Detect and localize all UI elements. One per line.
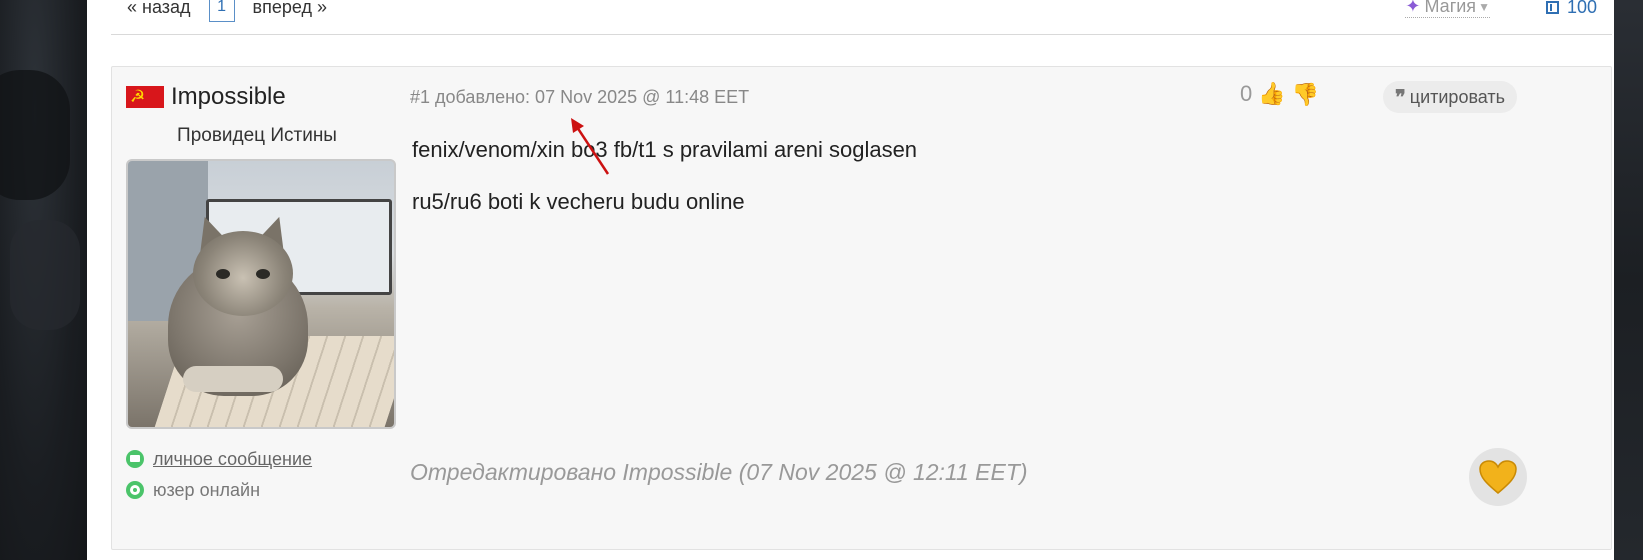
thumbs-down-icon[interactable]: 👍 <box>1292 81 1319 107</box>
heart-icon <box>1479 460 1517 494</box>
quote-label: цитировать <box>1409 86 1506 107</box>
thumbs-up-icon[interactable]: 👍 <box>1258 81 1285 107</box>
edited-note: Отредактировано Impossible (07 Nov 2025 … <box>410 459 1028 485</box>
divider <box>111 34 1612 35</box>
quote-icon: ❞ <box>1395 86 1406 109</box>
magic-dropdown[interactable]: ✦ Магия ▼ <box>1405 0 1490 18</box>
background-shape <box>10 220 80 330</box>
prev-page-link[interactable]: « назад <box>127 0 191 18</box>
post-line: fenix/venom/xin bo3 fb/t1 s pravilami ar… <box>412 137 918 162</box>
post-count-link[interactable]: 100 <box>1545 0 1597 18</box>
forum-post: ☭ Impossible Провидец Истины личное сооб… <box>111 66 1612 550</box>
background-right <box>1614 0 1643 560</box>
magic-label: Магия <box>1424 0 1477 16</box>
quote-button[interactable]: ❞ цитировать <box>1383 81 1518 113</box>
wizard-hat-icon: ✦ <box>1405 0 1421 16</box>
forum-content: « назад 1 вперед » ✦ Магия ▼ 100 ☭ Impos… <box>87 0 1614 560</box>
mail-icon <box>126 450 144 468</box>
pagination: « назад 1 вперед » <box>127 0 327 22</box>
author-rank: Провидец Истины <box>177 125 337 146</box>
post-body: fenix/venom/xin bo3 fb/t1 s pravilami ar… <box>412 137 917 241</box>
current-page[interactable]: 1 <box>208 0 235 22</box>
post-rating: 0 👍 👍 <box>1240 81 1325 107</box>
list-icon <box>1545 0 1559 14</box>
post-count: 100 <box>1566 0 1597 17</box>
private-message-link[interactable]: личное сообщение <box>153 449 312 470</box>
post-author: ☭ Impossible Провидец Истины личное сооб… <box>126 83 396 507</box>
background-shape <box>0 70 70 200</box>
online-status-icon <box>126 481 144 499</box>
post-meta[interactable]: #1 добавлено: 07 Nov 2025 @ 11:48 EET <box>410 87 749 108</box>
online-status: юзер онлайн <box>153 479 261 500</box>
chevron-down-icon: ▼ <box>1478 0 1490 14</box>
topbar-right: ✦ Магия ▼ 100 <box>1405 0 1614 22</box>
rating-score: 0 <box>1240 81 1253 106</box>
next-page-link[interactable]: вперед » <box>253 0 327 18</box>
post-line: ru5/ru6 boti k vecheru budu online <box>412 189 745 214</box>
avatar <box>126 159 396 429</box>
background-left <box>0 0 87 560</box>
like-heart-button[interactable] <box>1469 448 1527 506</box>
ussr-flag-icon: ☭ <box>126 86 164 108</box>
author-name[interactable]: Impossible <box>171 83 286 111</box>
